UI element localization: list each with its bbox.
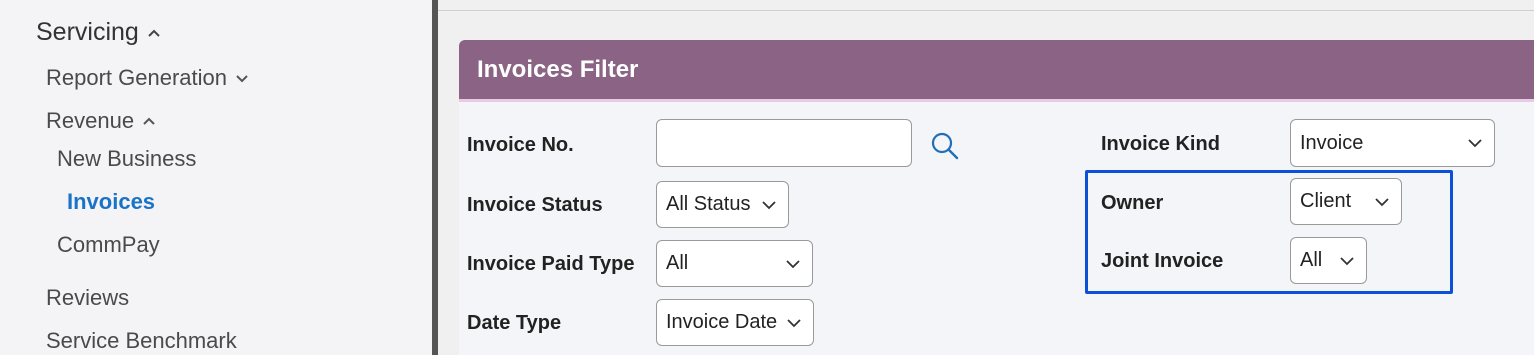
owner-select[interactable]: Client [1290,178,1402,225]
nav-report-generation-label: Report Generation [46,65,227,90]
nav-reviews[interactable]: Reviews [46,285,129,311]
panel-title: Invoices Filter [477,56,639,83]
invoice-kind-select[interactable]: Invoice [1290,119,1495,167]
date-type-label: Date Type [467,312,562,334]
chevron-down-icon [1373,197,1391,207]
nav-reviews-label: Reviews [46,285,130,310]
invoice-kind-value: Invoice [1300,131,1364,154]
nav-servicing-label: Servicing [36,18,139,46]
invoice-kind-label: Invoice Kind [1101,133,1220,155]
sidebar: Servicing Report Generation Revenue New … [0,0,434,355]
chevron-down-icon [1338,256,1356,266]
main-content: Invoices Filter Invoice No. Invoice Stat… [438,0,1534,355]
owner-label: Owner [1101,192,1164,214]
nav-commpay-label: CommPay [57,232,160,257]
nav-revenue-label: Revenue [46,108,135,133]
joint-invoice-label: Joint Invoice [1101,250,1224,272]
chevron-down-icon [784,259,802,269]
nav-report-generation[interactable]: Report Generation [46,65,249,91]
joint-invoice-select[interactable]: All [1290,237,1367,284]
search-icon[interactable] [930,131,960,166]
invoice-paid-type-value: All [666,252,689,274]
invoices-filter-panel: Invoices Filter Invoice No. Invoice Stat… [459,40,1534,355]
divider [438,10,1534,11]
date-type-select[interactable]: Invoice Date [656,299,814,346]
chevron-down-icon [235,73,249,83]
invoice-paid-type-select[interactable]: All [656,240,813,287]
nav-new-business-label: New Business [57,146,197,171]
date-type-value: Invoice Date [666,311,778,333]
invoice-status-label: Invoice Status [467,194,603,216]
nav-service-benchmark[interactable]: Service Benchmark [46,328,237,354]
invoice-status-value: All Status [666,193,751,215]
invoice-status-select[interactable]: All Status [656,181,789,228]
nav-revenue[interactable]: Revenue [46,108,156,134]
chevron-down-icon [760,200,778,210]
nav-new-business[interactable]: New Business [57,146,196,172]
nav-servicing[interactable]: Servicing [36,18,161,47]
owner-value: Client [1300,190,1352,212]
chevron-down-icon [1466,138,1484,148]
nav-invoices[interactable]: Invoices [67,189,155,215]
invoice-no-label: Invoice No. [467,134,574,156]
chevron-up-icon [142,116,156,126]
panel-header: Invoices Filter [459,40,1534,102]
chevron-down-icon [785,318,803,328]
joint-invoice-value: All [1300,249,1323,271]
invoice-no-input[interactable] [656,119,912,167]
invoice-paid-type-label: Invoice Paid Type [467,253,635,275]
chevron-up-icon [147,28,161,38]
nav-invoices-label: Invoices [67,189,156,214]
nav-commpay[interactable]: CommPay [57,232,160,258]
nav-service-benchmark-label: Service Benchmark [46,328,237,353]
